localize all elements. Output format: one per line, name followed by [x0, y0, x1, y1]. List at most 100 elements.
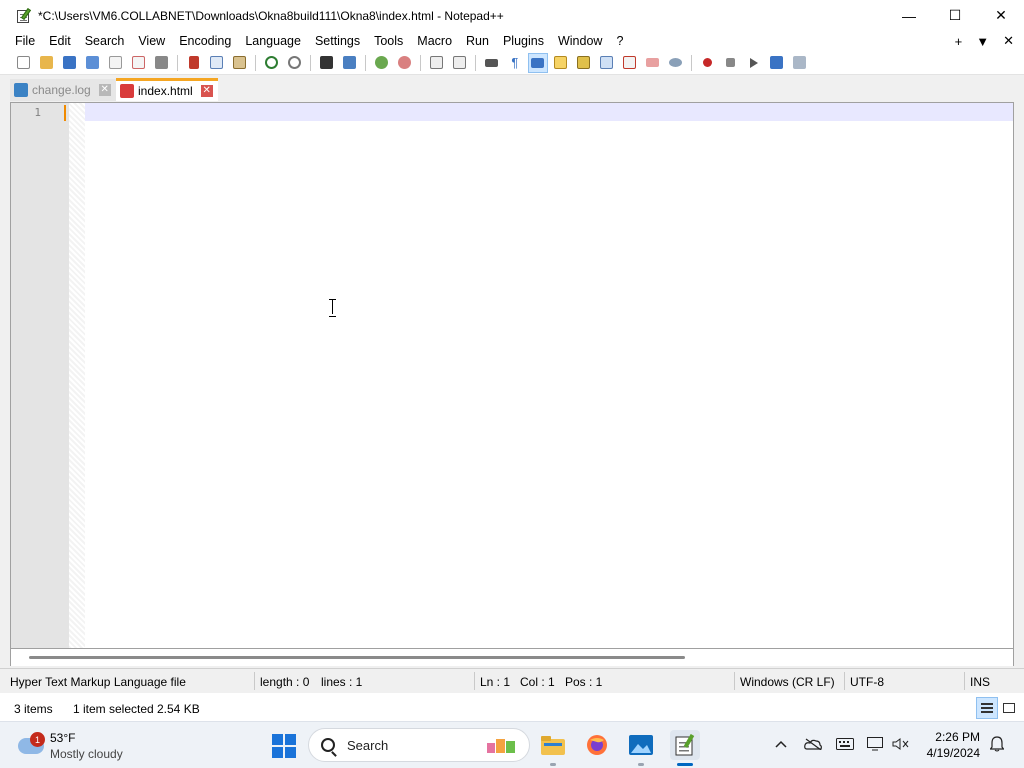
tab-change-log[interactable]: change.log ✕	[10, 79, 116, 101]
weather-widget[interactable]: 1 53°F Mostly cloudy	[18, 728, 178, 764]
menu-file[interactable]: File	[8, 31, 42, 51]
horizontal-scrollbar[interactable]	[10, 649, 1014, 666]
menu-help[interactable]: ?	[609, 31, 630, 51]
close-window-button[interactable]: ✕	[978, 0, 1024, 31]
zoom-in-icon[interactable]	[373, 54, 391, 72]
notepadpp-taskbar-icon[interactable]	[670, 730, 700, 766]
status-bar: Hyper Text Markup Language file length :…	[0, 668, 1024, 692]
tiles-view-icon[interactable]	[999, 698, 1019, 718]
menu-plugins[interactable]: Plugins	[496, 31, 551, 51]
sync-horizontal-icon[interactable]	[451, 54, 469, 72]
file-unsaved-icon	[120, 84, 134, 98]
search-icon	[321, 738, 335, 752]
menu-edit[interactable]: Edit	[42, 31, 78, 51]
status-language: Hyper Text Markup Language file	[10, 675, 186, 689]
save-macro-icon[interactable]	[791, 54, 809, 72]
file-explorer-taskbar-icon[interactable]	[538, 730, 568, 766]
notification-bell-icon[interactable]	[987, 734, 1007, 754]
menu-tools[interactable]: Tools	[367, 31, 410, 51]
sync-vertical-icon[interactable]	[428, 54, 446, 72]
close-icon[interactable]	[107, 54, 125, 72]
speaker-muted-icon[interactable]	[891, 734, 911, 754]
indent-guide-icon[interactable]	[527, 52, 548, 73]
title-bar: *C:\Users\VM6.COLLABNET\Downloads\Okna8b…	[0, 0, 1024, 31]
menu-language[interactable]: Language	[238, 31, 308, 51]
status-pos: Pos : 1	[565, 675, 603, 689]
add-tab-button[interactable]: +	[955, 34, 963, 49]
ibeam-cursor-icon	[328, 299, 337, 317]
monitor-icon[interactable]	[644, 54, 662, 72]
taskbar-search[interactable]: Search	[308, 728, 530, 762]
notepadpp-app-icon[interactable]	[16, 7, 32, 24]
run-macro-multiple-icon[interactable]	[768, 54, 786, 72]
replace-icon[interactable]	[341, 54, 359, 72]
find-icon[interactable]	[318, 54, 336, 72]
menu-macro[interactable]: Macro	[410, 31, 459, 51]
fold-margin[interactable]	[69, 103, 85, 648]
stop-macro-icon[interactable]	[722, 54, 740, 72]
line-number: 1	[34, 106, 41, 119]
text-caret	[64, 105, 66, 121]
new-file-icon[interactable]	[15, 54, 33, 72]
photo-app-taskbar-icon[interactable]	[626, 730, 656, 766]
folder-workspace-icon[interactable]	[621, 54, 639, 72]
close-tab-icon[interactable]: ✕	[98, 84, 111, 96]
play-macro-icon[interactable]	[745, 54, 763, 72]
scrollbar-thumb[interactable]	[29, 656, 685, 659]
keyboard-icon[interactable]	[835, 734, 855, 754]
start-windows-icon[interactable]	[272, 734, 296, 758]
onedrive-offline-icon[interactable]	[803, 734, 823, 754]
details-view-icon[interactable]	[976, 697, 998, 719]
status-lines: lines : 1	[321, 675, 363, 689]
window-title: *C:\Users\VM6.COLLABNET\Downloads\Okna8b…	[38, 8, 504, 23]
editor-area[interactable]: 1	[10, 102, 1014, 649]
maximize-button[interactable]: ☐	[932, 0, 978, 31]
record-macro-icon[interactable]	[699, 54, 717, 72]
screen: *C:\Users\VM6.COLLABNET\Downloads\Okna8b…	[0, 0, 1024, 768]
menu-window[interactable]: Window	[551, 31, 609, 51]
zoom-out-icon[interactable]	[396, 54, 414, 72]
close-document-button[interactable]: ✕	[1003, 33, 1014, 49]
weather-condition: Mostly cloudy	[50, 747, 123, 761]
status-col: Col : 1	[520, 675, 555, 689]
redo-icon[interactable]	[286, 54, 304, 72]
cut-icon[interactable]	[185, 54, 203, 72]
tab-list-dropdown[interactable]: ▼	[976, 34, 989, 49]
show-all-chars-icon[interactable]: ¶	[506, 54, 524, 72]
menu-encoding[interactable]: Encoding	[172, 31, 238, 51]
tab-index-html[interactable]: index.html ✕	[116, 78, 218, 101]
udl-icon[interactable]	[552, 54, 570, 72]
tab-bar: change.log ✕ index.html ✕	[0, 75, 1024, 102]
word-wrap-icon[interactable]	[483, 54, 501, 72]
function-list-icon[interactable]	[598, 54, 616, 72]
status-eol[interactable]: Windows (CR LF)	[740, 675, 835, 689]
menu-view[interactable]: View	[131, 31, 172, 51]
menu-run[interactable]: Run	[459, 31, 496, 51]
paste-icon[interactable]	[231, 54, 249, 72]
save-icon[interactable]	[61, 54, 79, 72]
weather-temperature: 53°F	[50, 731, 76, 745]
tab-label: index.html	[138, 84, 193, 98]
save-all-icon[interactable]	[84, 54, 102, 72]
close-tab-icon[interactable]: ✕	[200, 85, 213, 97]
minimize-button[interactable]: —	[886, 0, 932, 31]
status-length: length : 0	[260, 675, 310, 689]
menu-settings[interactable]: Settings	[308, 31, 367, 51]
notification-badge: 1	[30, 732, 45, 747]
eye-icon[interactable]	[667, 54, 685, 72]
copy-icon[interactable]	[208, 54, 226, 72]
status-insert-mode[interactable]: INS	[970, 675, 990, 689]
print-icon[interactable]	[153, 54, 171, 72]
doc-map-icon[interactable]	[575, 54, 593, 72]
menu-search[interactable]: Search	[78, 31, 132, 51]
tab-label: change.log	[32, 83, 91, 97]
status-encoding[interactable]: UTF-8	[850, 675, 884, 689]
open-file-icon[interactable]	[38, 54, 56, 72]
system-clock[interactable]: 2:26 PM 4/19/2024	[927, 729, 980, 761]
display-icon[interactable]	[866, 734, 886, 754]
close-all-icon[interactable]	[130, 54, 148, 72]
current-line-highlight	[85, 103, 1013, 121]
undo-icon[interactable]	[263, 54, 281, 72]
firefox-taskbar-icon[interactable]	[582, 730, 612, 760]
chevron-up-icon[interactable]	[771, 734, 791, 754]
